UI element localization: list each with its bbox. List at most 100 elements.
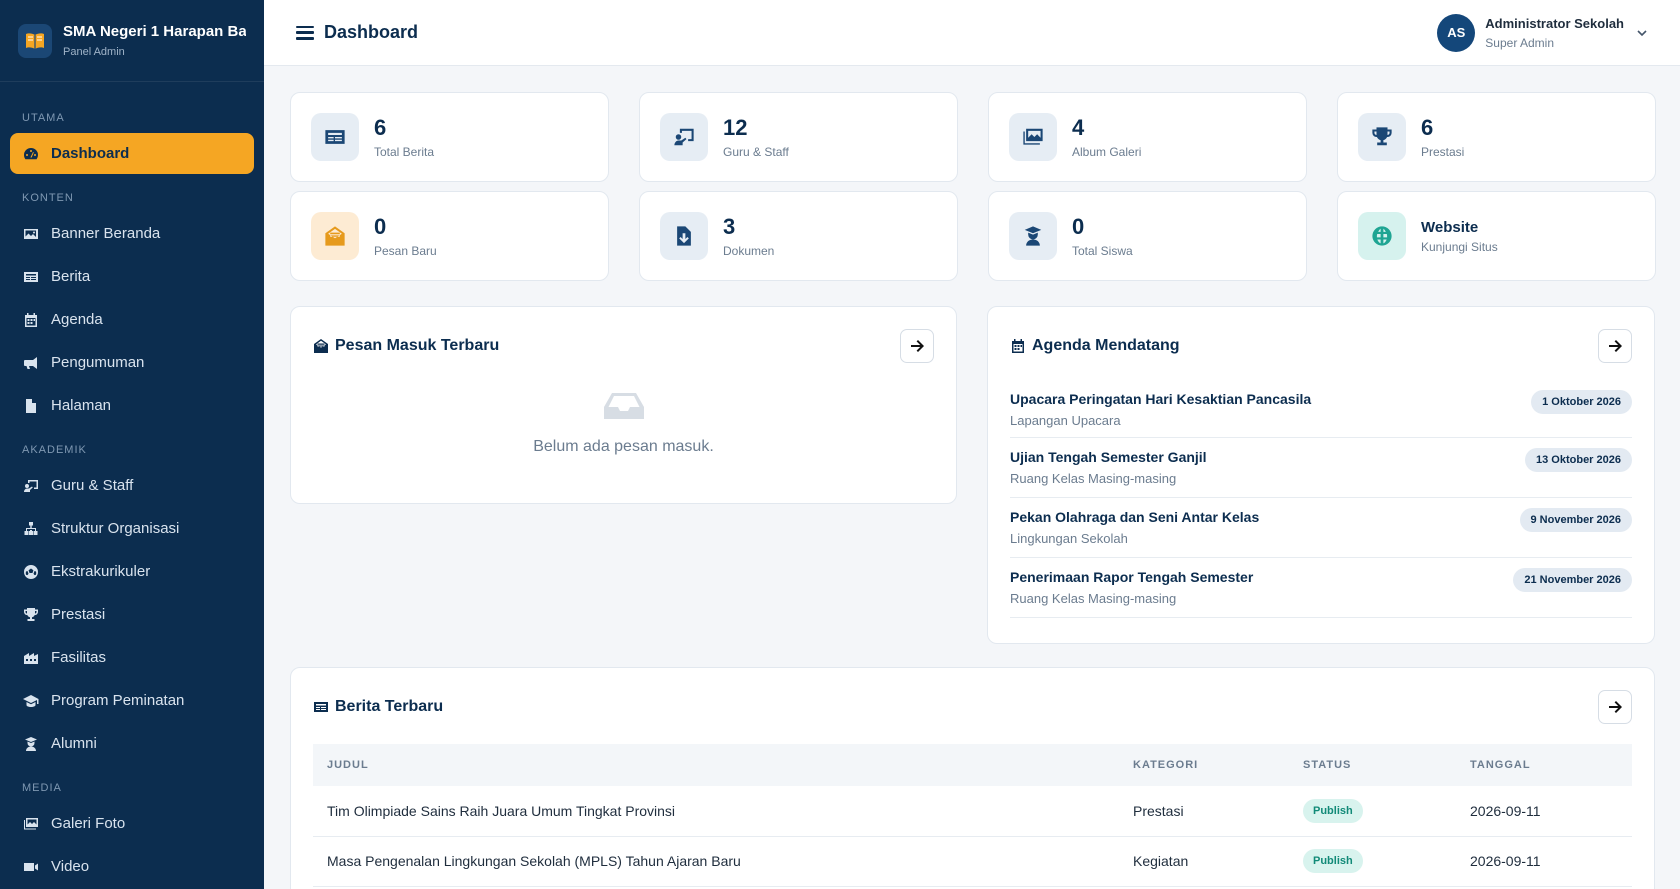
agenda-card: Agenda Mendatang Upacara Peringatan Hari…: [987, 306, 1655, 644]
sidebar-item-label: Berita: [51, 268, 91, 285]
list-item[interactable]: Pekan Olahraga dan Seni Antar Kelas Ling…: [1010, 498, 1632, 558]
images-icon: [22, 815, 40, 833]
stat-card-dokumen[interactable]: 3 Dokumen: [639, 191, 958, 281]
sidebar-item-prestasi[interactable]: Prestasi: [10, 594, 254, 635]
newspaper-icon: [22, 268, 40, 286]
sidebar-item-berita[interactable]: Berita: [10, 256, 254, 297]
list-item[interactable]: Penerimaan Rapor Tengah Semester Ruang K…: [1010, 558, 1632, 618]
stat-card-prestasi[interactable]: 6 Prestasi: [1337, 92, 1656, 182]
sidebar-item-program-peminatan[interactable]: Program Peminatan: [10, 680, 254, 721]
table-row[interactable]: Tim Olimpiade Sains Raih Juara Umum Ting…: [313, 786, 1632, 837]
sidebar: SMA Negeri 1 Harapan Bangsa Panel Admin …: [0, 0, 264, 889]
column-header-status[interactable]: STATUS: [1289, 744, 1456, 786]
arrow-right-icon: [1609, 701, 1622, 713]
teacher-icon: [660, 113, 708, 161]
agenda-item-place: Lingkungan Sekolah: [1010, 531, 1128, 546]
stat-label: Pesan Baru: [374, 244, 437, 258]
page-title: Dashboard: [324, 22, 419, 42]
stat-label: Kunjungi Situs: [1421, 239, 1498, 254]
dashboard-icon: [22, 145, 40, 163]
stat-card-guru-staff[interactable]: 12 Guru & Staff: [639, 92, 958, 182]
sidebar-item-guru-staff[interactable]: Guru & Staff: [10, 465, 254, 506]
list-item[interactable]: Upacara Peringatan Hari Kesaktian Pancas…: [1010, 383, 1632, 438]
sidebar-item-label: Pengumuman: [51, 354, 145, 371]
image-icon: [22, 225, 40, 243]
sidebar-item-halaman[interactable]: Halaman: [10, 385, 254, 426]
sidebar-item-label: Video: [51, 858, 90, 875]
sidebar-item-label: Galeri Foto: [51, 815, 126, 832]
sidebar-item-label: Dashboard: [51, 145, 130, 162]
agenda-list: Upacara Peringatan Hari Kesaktian Pancas…: [1010, 383, 1632, 618]
column-header-tanggal[interactable]: TANGGAL: [1456, 744, 1632, 786]
sidebar-item-pengumuman[interactable]: Pengumuman: [10, 342, 254, 383]
file-icon: [22, 397, 40, 415]
sidebar-item-label: Agenda: [51, 311, 103, 328]
graduate-icon: [1009, 212, 1057, 260]
cell-status: Publish: [1289, 836, 1456, 887]
graduate-icon: [22, 735, 40, 753]
cell-status: Publish: [1289, 786, 1456, 837]
calendar-icon: [1010, 338, 1026, 354]
sidebar-item-banner-beranda[interactable]: Banner Beranda: [10, 213, 254, 254]
agenda-title: Agenda Mendatang: [1032, 337, 1180, 354]
messages-title: Pesan Masuk Terbaru: [335, 337, 500, 354]
teacher-icon: [22, 477, 40, 495]
stat-card-total-berita[interactable]: 6 Total Berita: [290, 92, 609, 182]
stat-label: Total Berita: [374, 145, 435, 159]
table-row[interactable]: Masa Pengenalan Lingkungan Sekolah (MPLS…: [313, 836, 1632, 887]
widgets-row: Pesan Masuk Terbaru Belum ada pesan masu…: [290, 306, 1655, 644]
stat-value: 4: [1072, 115, 1085, 140]
sidebar-item-fasilitas[interactable]: Fasilitas: [10, 637, 254, 678]
list-item[interactable]: Ujian Tengah Semester Ganjil Ruang Kelas…: [1010, 438, 1632, 498]
hamburger-menu-icon[interactable]: [296, 24, 314, 42]
topbar: Dashboard AS Administrator Sekolah Super…: [264, 0, 1680, 66]
stat-card-total-siswa[interactable]: 0 Total Siswa: [988, 191, 1307, 281]
sidebar-item-label: Fasilitas: [51, 649, 107, 666]
agenda-view-all-button[interactable]: [1598, 329, 1632, 363]
stats-grid: 6 Total Berita 12 Guru & Staff 4 Album G…: [290, 92, 1656, 281]
cell-category: Prestasi: [1119, 786, 1289, 837]
cell-date: 2026-09-11: [1456, 836, 1632, 887]
sidebar-item-video[interactable]: Video: [10, 846, 254, 887]
school-book-icon: [18, 23, 52, 58]
building-icon: [22, 649, 40, 667]
sidebar-item-dashboard[interactable]: Dashboard: [10, 133, 254, 174]
section-title-media: MEDIA: [22, 782, 62, 794]
sidebar-item-struktur-organisasi[interactable]: Struktur Organisasi: [10, 508, 254, 549]
stat-card-website[interactable]: Website Kunjungi Situs: [1337, 191, 1656, 281]
brand[interactable]: SMA Negeri 1 Harapan Bangsa Panel Admin: [0, 0, 264, 82]
agenda-item-title: Ujian Tengah Semester Ganjil: [1010, 449, 1207, 465]
news-view-all-button[interactable]: [1598, 690, 1632, 724]
section-title-konten: KONTEN: [22, 192, 74, 204]
envelope-open-icon: [313, 338, 329, 354]
cell-category: Kegiatan: [1119, 836, 1289, 887]
sidebar-item-galeri-foto[interactable]: Galeri Foto: [10, 803, 254, 844]
stat-card-pesan-baru[interactable]: 0 Pesan Baru: [290, 191, 609, 281]
section-title-akademik: AKADEMIK: [22, 444, 87, 456]
sidebar-item-label: Struktur Organisasi: [51, 520, 180, 537]
sidebar-item-agenda[interactable]: Agenda: [10, 299, 254, 340]
date-badge: 13 Oktober 2026: [1525, 448, 1632, 472]
calendar-icon: [22, 311, 40, 329]
sidebar-item-label: Halaman: [51, 397, 112, 414]
graduation-cap-icon: [22, 692, 40, 710]
agenda-item-title: Upacara Peringatan Hari Kesaktian Pancas…: [1010, 391, 1312, 407]
file-download-icon: [660, 212, 708, 260]
stat-label: Total Siswa: [1072, 244, 1133, 258]
messages-empty-text: Belum ada pesan masuk.: [533, 438, 714, 455]
newspaper-icon: [313, 699, 329, 715]
user-name: Administrator Sekolah: [1485, 15, 1624, 31]
sidebar-item-label: Prestasi: [51, 606, 106, 623]
sidebar-item-alumni[interactable]: Alumni: [10, 723, 254, 764]
stat-value: 0: [374, 214, 387, 239]
stat-value: 0: [1072, 214, 1085, 239]
stat-value: 12: [723, 115, 748, 140]
column-header-judul[interactable]: JUDUL: [313, 744, 1119, 786]
stat-card-album-galeri[interactable]: 4 Album Galeri: [988, 92, 1307, 182]
messages-view-all-button[interactable]: [900, 329, 934, 363]
agenda-item-place: Lapangan Upacara: [1010, 413, 1121, 428]
sidebar-item-label: Ekstrakurikuler: [51, 563, 151, 580]
sidebar-item-ekstrakurikuler[interactable]: Ekstrakurikuler: [10, 551, 254, 592]
column-header-kategori[interactable]: KATEGORI: [1119, 744, 1289, 786]
user-menu[interactable]: AS Administrator Sekolah Super Admin: [1437, 13, 1648, 52]
